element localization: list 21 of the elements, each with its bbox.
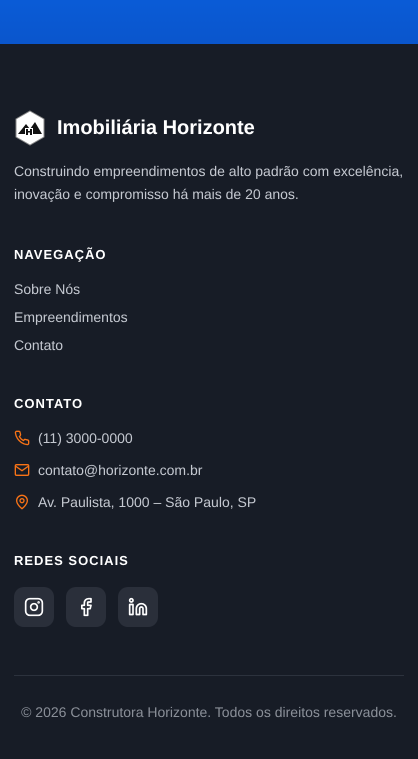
- brand-name: Imobiliária Horizonte: [57, 116, 255, 140]
- section-heading: CONTATO: [14, 395, 84, 413]
- contact-text: (11) 3000-0000: [38, 429, 133, 448]
- nav-link[interactable]: Empreendimentos: [14, 307, 128, 327]
- facebook-button[interactable]: [66, 587, 106, 627]
- instagram-icon: [24, 597, 44, 617]
- contact-text: Av. Paulista, 1000 – São Paulo, SP: [38, 493, 256, 512]
- mail-icon: [14, 462, 30, 478]
- linkedin-button[interactable]: [118, 587, 158, 627]
- location-pin-icon: [14, 494, 30, 510]
- contact-text: contato@horizonte.com.br: [38, 461, 202, 480]
- linkedin-icon: [128, 597, 148, 617]
- nav-link[interactable]: Sobre Nós: [14, 279, 80, 299]
- section-heading: NAVEGAÇÃO: [14, 246, 108, 264]
- section-heading: REDES SOCIAIS: [14, 552, 130, 570]
- phone-icon: [14, 430, 30, 446]
- brand-description: Construindo empreendimentos de alto padrão com excelência, inovação e compromisso há mais de 20 anos.: [14, 162, 404, 204]
- copyright-text: © 2026 Construtora Horizonte. Todos os direitos reservados.: [20, 703, 398, 722]
- logo-icon: [14, 110, 46, 146]
- instagram-button[interactable]: [14, 587, 54, 627]
- nav-link[interactable]: Contato: [14, 335, 64, 355]
